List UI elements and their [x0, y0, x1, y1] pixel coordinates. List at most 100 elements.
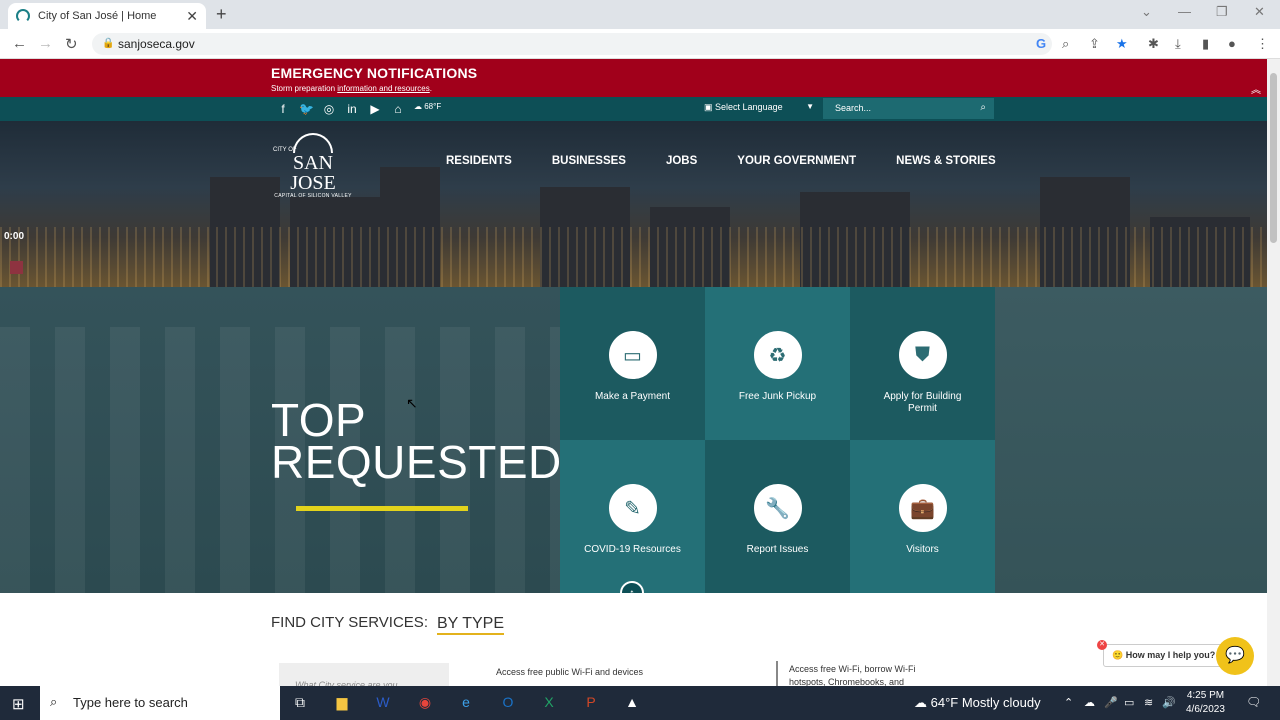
edge-icon[interactable]: e [456, 694, 476, 710]
side-panel-icon[interactable]: ▮ [1202, 36, 1209, 52]
taskbar-clock[interactable]: 4:25 PM 4/6/2023 [1186, 689, 1225, 717]
nav-news-stories[interactable]: NEWS & STORIES [896, 155, 995, 167]
notification-icon[interactable]: 🗨 [1246, 695, 1261, 709]
forward-button[interactable]: → [38, 35, 53, 52]
emergency-title: EMERGENCY NOTIFICATIONS [271, 65, 478, 81]
covid-icon: ✎ [608, 484, 657, 532]
task-view-icon[interactable]: ⧉ [290, 694, 310, 711]
url-text: sanjoseca.gov [118, 37, 195, 51]
taskbar-search-input[interactable]: ⌕ Type here to search [40, 686, 280, 720]
site-logo[interactable]: CITY OF SAN JOSE CAPITAL OF SILICON VALL… [271, 133, 355, 199]
nav-your-government[interactable]: YOUR GOVERNMENT [737, 155, 856, 167]
linkedin-icon[interactable]: in [345, 102, 359, 116]
new-tab-button[interactable]: + [216, 4, 227, 25]
taskbar-weather[interactable]: ☁ 64°F Mostly cloudy [914, 695, 1041, 711]
file-explorer-icon[interactable]: ▆ [332, 694, 352, 711]
nav-businesses[interactable]: BUSINESSES [552, 155, 626, 167]
facebook-icon[interactable]: f [276, 102, 290, 116]
profile-avatar-icon[interactable]: ● [1228, 36, 1236, 51]
service-description: Access free Wi-Fi, borrow Wi-Fi hotspots… [789, 664, 916, 686]
battery-icon[interactable]: ▭ [1124, 696, 1134, 709]
nextdoor-icon[interactable]: ⌂ [391, 102, 405, 116]
language-select[interactable]: ▣ Select Language ▼ [704, 102, 814, 113]
volume-icon[interactable]: 🔊 [1162, 696, 1176, 709]
windows-start-icon[interactable]: ⊞ [12, 695, 25, 713]
onedrive-icon[interactable]: ☁ [1084, 696, 1095, 709]
browser-toolbar: ← → ↻ 🔒 sanjoseca.gov G ⌕ ⇪ ★ ✱ ⤓ ▮ ● ⋮ [0, 29, 1280, 59]
tile-covid-19-resources[interactable]: ✎ COVID-19 Resources [560, 440, 705, 593]
emergency-link[interactable]: information and resources [337, 84, 430, 93]
site-search-input[interactable]: Search... ⌕ [823, 98, 994, 119]
google-translate-icon: ▣ [704, 102, 713, 112]
find-city-services-label: FIND CITY SERVICES: [271, 614, 428, 631]
close-chat-icon[interactable]: ✕ [1097, 640, 1107, 650]
city-lights [0, 227, 1267, 287]
divider [776, 661, 778, 686]
excel-icon[interactable]: X [539, 694, 559, 710]
youtube-icon[interactable]: ▶ [368, 102, 382, 116]
lock-icon: 🔒 [102, 38, 115, 49]
nav-residents[interactable]: RESIDENTS [446, 155, 512, 167]
suitcase-icon: 💼 [898, 484, 947, 532]
word-icon[interactable]: W [373, 694, 393, 710]
address-bar[interactable]: 🔒 sanjoseca.gov [92, 33, 1052, 55]
share-icon[interactable]: ⇪ [1089, 36, 1100, 52]
menu-icon[interactable]: ⋮ [1256, 36, 1269, 52]
hero-banner: CITY OF SAN JOSE CAPITAL OF SILICON VALL… [0, 121, 1267, 287]
site-favicon-icon [16, 9, 30, 23]
emergency-banner: EMERGENCY NOTIFICATIONS Storm preparatio… [0, 59, 1267, 97]
zoom-icon[interactable]: ⌕ [1062, 36, 1069, 52]
show-hidden-icons[interactable]: ⌃ [1064, 696, 1073, 709]
mouse-cursor-icon: ↖ [406, 395, 418, 411]
logo-sun-icon [293, 133, 333, 153]
download-icon[interactable]: ⤓ [1175, 36, 1181, 52]
wifi-icon[interactable]: ≋ [1144, 696, 1153, 709]
windows-taskbar: ⊞ ⌕ Type here to search ⧉ ▆ W ◉ e O X P … [0, 686, 1280, 720]
recycle-bin-icon: ♻ [753, 331, 802, 379]
minimize-button[interactable]: — [1178, 4, 1191, 19]
chevron-down-icon: ▼ [806, 102, 814, 111]
microphone-icon[interactable]: 🎤 [1104, 696, 1118, 709]
tile-free-junk-pickup[interactable]: ♻ Free Junk Pickup [705, 287, 850, 440]
tile-apply-for-building-permit[interactable]: ⛊ Apply for Building Permit [850, 287, 995, 440]
stamp-icon: ⛊ [898, 331, 947, 379]
search-icon[interactable]: ⌕ [980, 102, 986, 113]
tile-report-issues[interactable]: 🔧 Report Issues [705, 440, 850, 593]
main-navigation: RESIDENTS BUSINESSES JOBS YOUR GOVERNMEN… [446, 155, 996, 167]
nav-jobs[interactable]: JOBS [666, 155, 697, 167]
scrollbar-thumb[interactable] [1270, 73, 1277, 243]
reload-button[interactable]: ↻ [65, 35, 78, 53]
chat-prompt[interactable]: 🙂 How may I help you? [1103, 644, 1225, 667]
web-page: EMERGENCY NOTIFICATIONS Storm preparatio… [0, 59, 1267, 686]
bookmark-star-icon[interactable]: ★ [1116, 36, 1128, 52]
tile-visitors[interactable]: 💼 Visitors [850, 440, 995, 593]
extensions-icon[interactable]: ✱ [1148, 36, 1159, 52]
emergency-text: Storm preparation information and resour… [271, 84, 432, 93]
powerpoint-icon[interactable]: P [581, 694, 601, 710]
google-lens-icon[interactable]: G [1036, 36, 1046, 51]
back-button[interactable]: ← [12, 35, 27, 52]
photos-icon[interactable]: ▲ [622, 694, 642, 710]
close-window-button[interactable]: ✕ [1254, 4, 1265, 20]
search-icon: ⌕ [50, 694, 58, 709]
collapse-banner-icon[interactable]: ︽ [1251, 81, 1261, 96]
by-type-tab[interactable]: BY TYPE [437, 615, 504, 635]
page-scrollbar[interactable] [1267, 59, 1280, 686]
browser-tab[interactable]: City of San José | Home ✕ [8, 3, 206, 29]
record-stop-button[interactable] [10, 261, 23, 274]
instagram-icon[interactable]: ◎ [322, 102, 336, 116]
utility-bar: f 🐦 ◎ in ▶ ⌂ ☁ 68°F ▣ Select Language ▼ … [0, 97, 1267, 121]
outlook-icon[interactable]: O [498, 694, 518, 710]
tab-search-icon[interactable]: ⌄ [1141, 4, 1152, 20]
close-tab-icon[interactable]: ✕ [186, 8, 198, 25]
chrome-icon[interactable]: ◉ [415, 694, 435, 711]
chat-button[interactable]: 💬 [1216, 637, 1254, 675]
tab-title: City of San José | Home [38, 10, 157, 22]
maximize-button[interactable]: ❐ [1216, 4, 1228, 20]
recording-timer: 0:00 [4, 231, 25, 242]
credit-card-icon: ▭ [608, 331, 657, 379]
twitter-icon[interactable]: 🐦 [299, 102, 314, 116]
tile-make-a-payment[interactable]: ▭ Make a Payment [560, 287, 705, 440]
wrench-icon: 🔧 [753, 484, 802, 532]
service-search-input[interactable]: What City service are you [279, 663, 449, 686]
